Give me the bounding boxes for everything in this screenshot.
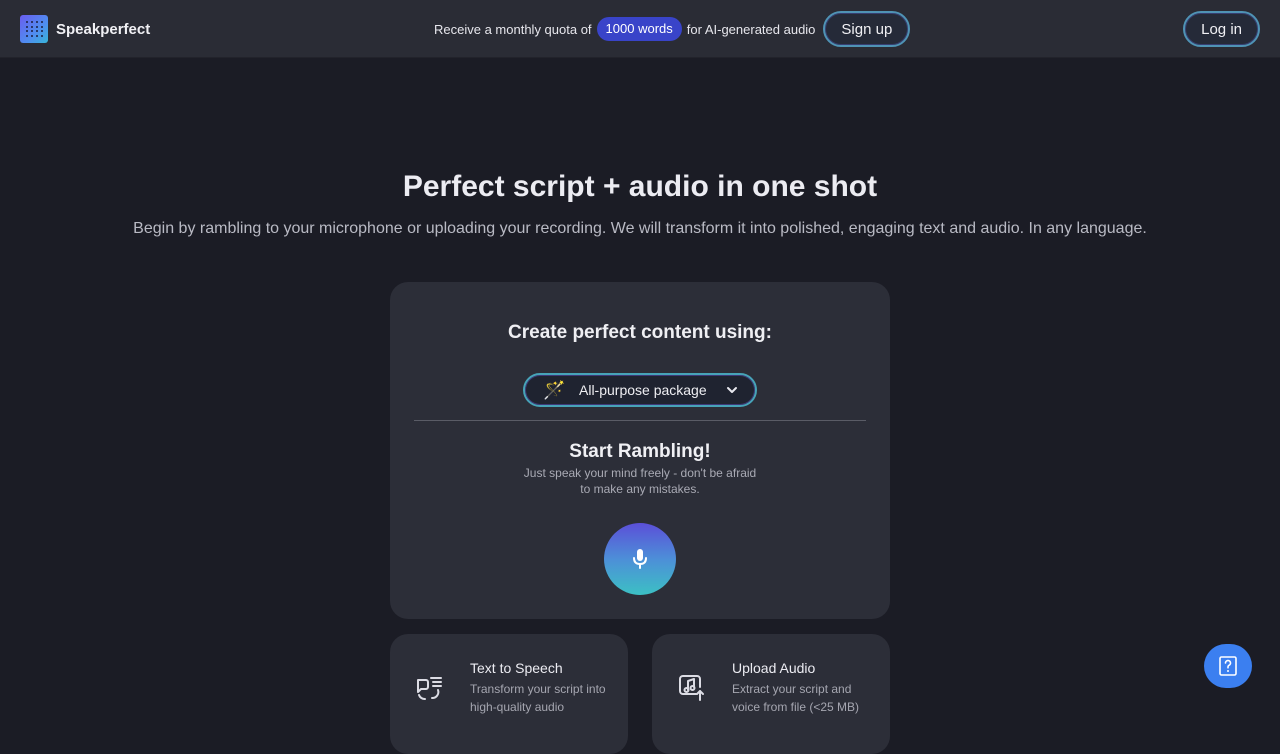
quota-badge: 1000 words (596, 17, 682, 41)
package-label: All-purpose package (579, 382, 707, 398)
top-bar: Speakperfect Receive a monthly quota of … (0, 0, 1280, 58)
promo-suffix: for AI-generated audio (686, 21, 816, 37)
page-title: Perfect script + audio in one shot (402, 170, 878, 203)
ramble-subtitle: Just speak your mind freely - don't be a… (523, 466, 757, 496)
option-description: Extract your script and voice from file … (732, 682, 860, 714)
log-in-button[interactable]: Log in (1183, 11, 1260, 47)
option-title: Text to Speech (470, 660, 563, 676)
magic-wand-icon: 🪄 (543, 379, 566, 400)
promo-prefix: Receive a monthly quota of (434, 21, 592, 37)
text-to-speech-icon (417, 677, 442, 700)
page-subtitle: Begin by rambling to your microphone or … (133, 220, 1147, 237)
option-title: Upload Audio (732, 660, 816, 676)
sign-up-button[interactable]: Sign up (823, 11, 911, 47)
card-title: Create perfect content using: (508, 322, 772, 343)
help-button[interactable] (1204, 644, 1252, 688)
help-question-icon (1219, 656, 1237, 676)
microphone-icon (633, 549, 647, 569)
package-select[interactable]: 🪄 All-purpose package (523, 373, 757, 407)
text-to-speech-option[interactable]: Text to Speech Transform your script int… (390, 634, 628, 754)
ramble-title: Start Rambling! (569, 441, 711, 462)
option-description: Transform your script into high-quality … (470, 682, 606, 714)
logo-icon (20, 15, 48, 43)
brand[interactable]: Speakperfect (20, 15, 150, 43)
promo-banner: Receive a monthly quota of 1000 words fo… (434, 11, 911, 47)
brand-name: Speakperfect (56, 20, 151, 38)
create-content-card: Create perfect content using: 🪄 All-purp… (390, 282, 890, 619)
upload-audio-icon (679, 675, 704, 701)
upload-audio-option[interactable]: Upload Audio Extract your script and voi… (652, 634, 890, 754)
record-microphone-button[interactable] (604, 523, 676, 595)
chevron-down-icon (726, 387, 737, 393)
divider (414, 420, 866, 421)
